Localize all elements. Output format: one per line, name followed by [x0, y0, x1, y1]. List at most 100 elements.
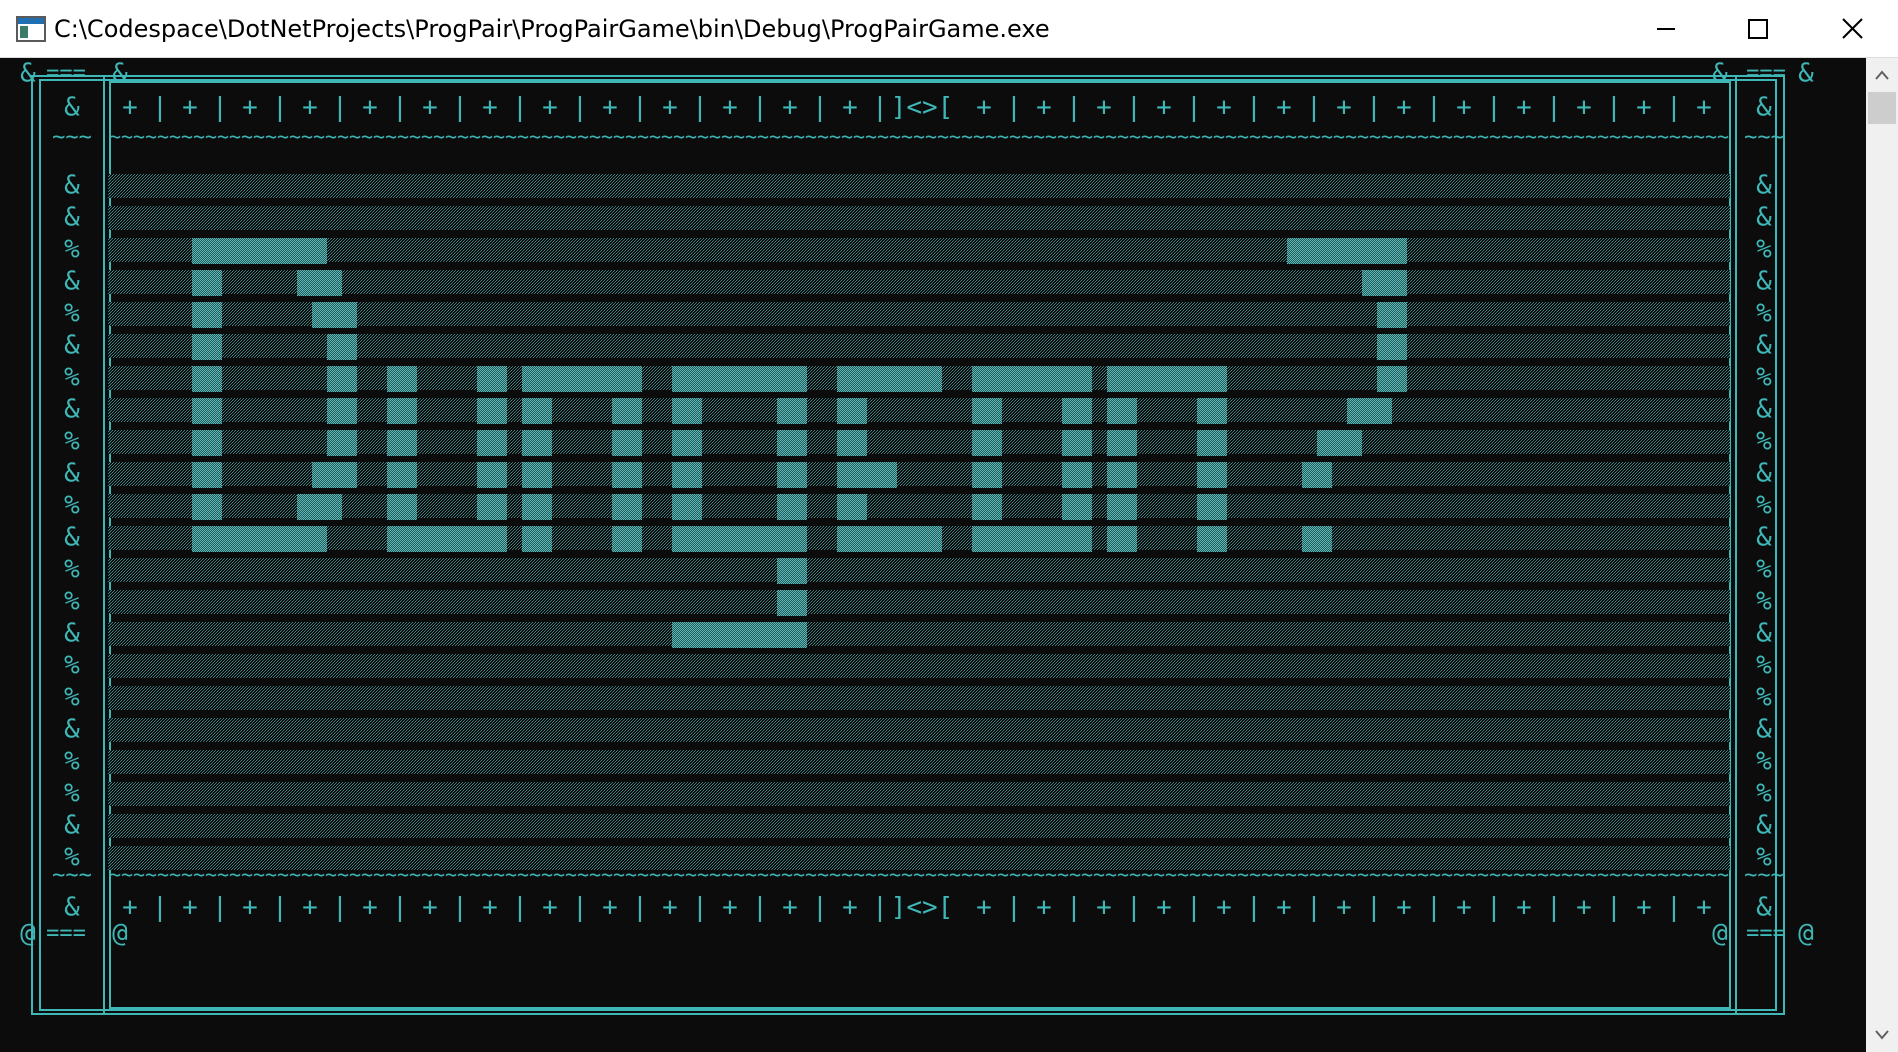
- side-symbol-left: %: [64, 491, 80, 521]
- side-symbol-right: %: [1756, 747, 1772, 777]
- hud-top-cell: +: [1156, 93, 1172, 123]
- hud-top-cell: +: [1636, 93, 1652, 123]
- field-row: [108, 174, 1730, 198]
- field-row: [108, 270, 1730, 294]
- logo-question-block: [1377, 302, 1407, 328]
- vertical-scrollbar[interactable]: [1866, 58, 1898, 1052]
- logo-n2-block: [1197, 494, 1227, 520]
- logo-g-block: [777, 558, 807, 584]
- logo-e-block: [837, 366, 942, 392]
- side-symbol-right: &: [1756, 459, 1772, 489]
- hud-bottom-separator: |: [632, 893, 648, 923]
- side-symbol-right: %: [1756, 587, 1772, 617]
- hud-top-separator: |: [392, 93, 408, 123]
- hud-top-cell: +: [602, 93, 618, 123]
- hud-bottom-cell: +: [1216, 893, 1232, 923]
- hud-top-separator: |: [752, 93, 768, 123]
- logo-question-block: [1377, 366, 1407, 392]
- side-symbol-right: %: [1756, 843, 1772, 873]
- logo-d-block: [312, 302, 357, 328]
- logo-e-block: [837, 462, 897, 488]
- side-symbol-right: &: [1756, 395, 1772, 425]
- side-symbol-left: %: [64, 843, 80, 873]
- console-app-icon: [16, 16, 46, 42]
- scroll-up-arrow-icon[interactable]: [1866, 58, 1898, 92]
- hud-top-cell: +: [842, 93, 858, 123]
- minimize-button[interactable]: [1620, 0, 1712, 58]
- hud-bottom-cell: +: [422, 893, 438, 923]
- minimize-icon: [1657, 28, 1675, 30]
- hud-bottom-separator: |: [1366, 893, 1382, 923]
- field-row: [108, 494, 1730, 518]
- logo-o-block: [1062, 494, 1092, 520]
- hud-bottom-cell: +: [722, 893, 738, 923]
- side-symbol-left: %: [64, 747, 80, 777]
- hud-bottom-cell: +: [842, 893, 858, 923]
- logo-u-block: [477, 366, 507, 392]
- hud-top-separator: |: [1546, 93, 1562, 123]
- hud-top-separator: |: [1246, 93, 1262, 123]
- top-border-cap: ===: [46, 61, 86, 86]
- logo-d-block: [192, 398, 222, 424]
- corner-top-right: &: [1798, 59, 1814, 89]
- logo-n-block: [612, 526, 642, 552]
- logo-n-block: [612, 462, 642, 488]
- hud-bottom-separator: |: [1486, 893, 1502, 923]
- hud-bottom-separator: |: [1426, 893, 1442, 923]
- logo-question-block: [1317, 430, 1362, 456]
- close-button[interactable]: [1806, 0, 1898, 58]
- hud-top-separator: |: [152, 93, 168, 123]
- hud-bottom-separator: |: [1126, 893, 1142, 923]
- logo-u-block: [387, 366, 417, 392]
- side-symbol-right: &: [1756, 619, 1772, 649]
- hud-top-cell: +: [1276, 93, 1292, 123]
- hud-top-cell: +: [1216, 93, 1232, 123]
- hud-bottom-cell: +: [542, 893, 558, 923]
- logo-n-block: [522, 366, 642, 392]
- hud-top-separator: |: [272, 93, 288, 123]
- side-symbol-left: &: [64, 331, 80, 361]
- logo-d-block: [192, 494, 222, 520]
- logo-u-block: [477, 398, 507, 424]
- hud-top-cell: +: [422, 93, 438, 123]
- side-symbol-right: %: [1756, 779, 1772, 809]
- hud-bottom-separator: |: [452, 893, 468, 923]
- hud-top-separator: |: [1366, 93, 1382, 123]
- hud-bottom-separator: |: [1066, 893, 1082, 923]
- logo-n-block: [522, 398, 552, 424]
- logo-g-block: [777, 494, 807, 520]
- hud-bottom-cell: +: [1276, 893, 1292, 923]
- logo-n-block: [612, 398, 642, 424]
- hud-bottom-cell: +: [602, 893, 618, 923]
- hud-bottom-cell: +: [976, 893, 992, 923]
- logo-e-block: [837, 398, 867, 424]
- hud-bottom-separator: |: [752, 893, 768, 923]
- logo-u-block: [387, 526, 507, 552]
- hud-top-separator: |: [1126, 93, 1142, 123]
- wave-row-top-side-right: ~~~: [1744, 125, 1784, 150]
- playfield: [108, 174, 1730, 870]
- logo-question-block: [1302, 462, 1332, 488]
- hud-bottom-cell: +: [242, 893, 258, 923]
- hud-top-cell: +: [302, 93, 318, 123]
- logo-o-block: [1062, 398, 1092, 424]
- scrollbar-thumb[interactable]: [1868, 92, 1896, 124]
- hud-top-separator: |: [1006, 93, 1022, 123]
- field-row: [108, 718, 1730, 742]
- hud-bottom-cell: +: [782, 893, 798, 923]
- side-symbol-right: %: [1756, 651, 1772, 681]
- hud-top-side-right: &: [1756, 93, 1772, 123]
- logo-n2-block: [1107, 398, 1137, 424]
- wave-row-bottom: ~~~~~~~~~~~~~~~~~~~~~~~~~~~~~~~~~~~~~~~~…: [109, 863, 1729, 887]
- scroll-down-arrow-icon[interactable]: [1866, 1018, 1898, 1052]
- hud-top-cell: +: [542, 93, 558, 123]
- hud-top-separator: |: [452, 93, 468, 123]
- logo-u-block: [477, 494, 507, 520]
- logo-d-block: [192, 302, 222, 328]
- logo-n-block: [522, 462, 552, 488]
- side-symbol-left: &: [64, 459, 80, 489]
- hud-top-cell: +: [1696, 93, 1712, 123]
- hud-bottom-separator: |: [512, 893, 528, 923]
- hud-bottom-separator: |: [332, 893, 348, 923]
- maximize-button[interactable]: [1712, 0, 1804, 58]
